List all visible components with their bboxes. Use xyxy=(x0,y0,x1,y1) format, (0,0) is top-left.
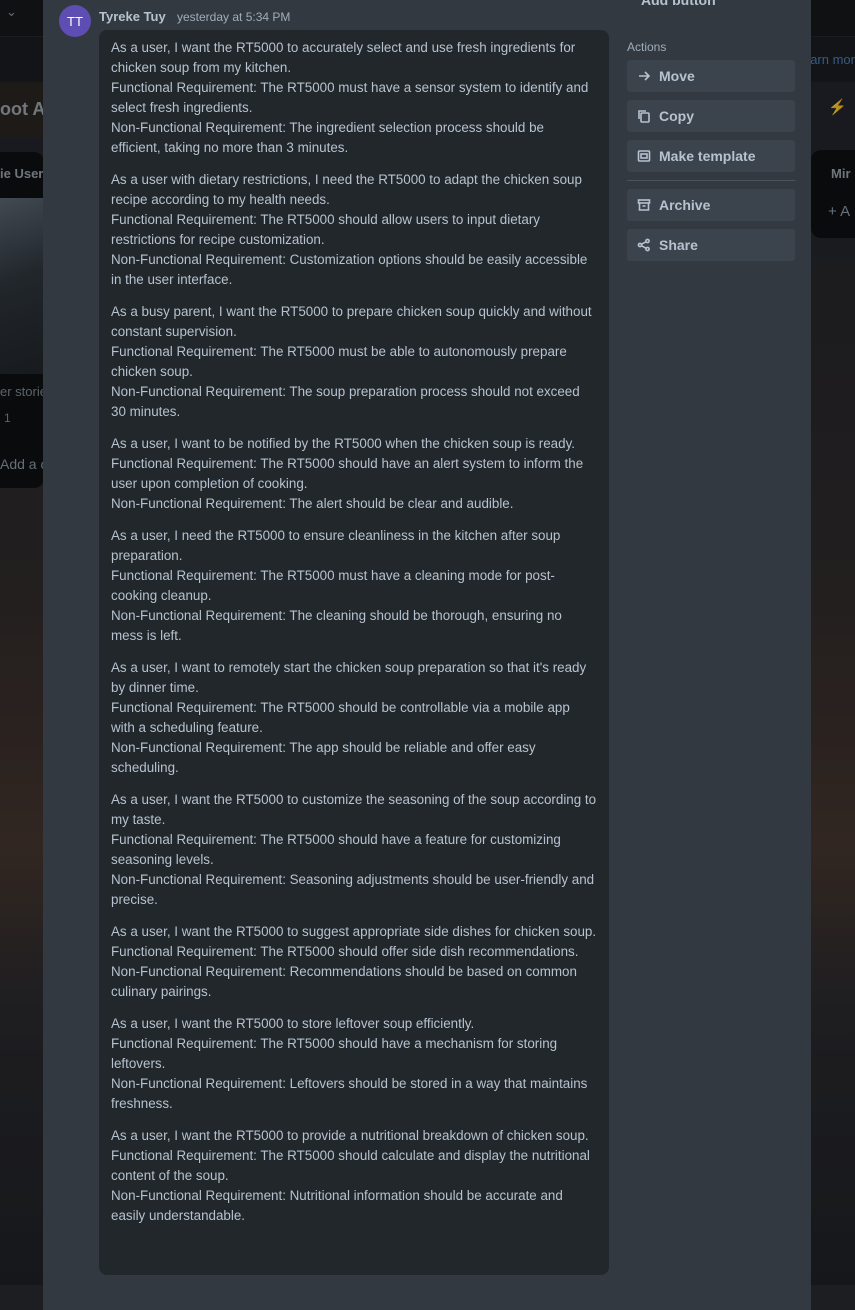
comment-paragraph: As a busy parent, I want the RT5000 to p… xyxy=(111,304,592,419)
archive-icon xyxy=(637,198,651,212)
archive-label: Archive xyxy=(659,197,711,213)
comment-paragraph: As a user, I want the RT5000 to store le… xyxy=(111,1016,588,1111)
move-label: Move xyxy=(659,68,695,84)
comment-paragraph: As a user, I want the RT5000 to accurate… xyxy=(111,40,589,155)
comment-paragraph: As a user with dietary restrictions, I n… xyxy=(111,172,588,287)
comment-body: As a user, I want the RT5000 to accurate… xyxy=(99,30,609,1275)
make-template-label: Make template xyxy=(659,148,756,164)
make-template-button[interactable]: Make template xyxy=(627,140,795,172)
comment-paragraph: As a user, I want the RT5000 to suggest … xyxy=(111,924,597,999)
copy-icon xyxy=(637,109,651,123)
copy-label: Copy xyxy=(659,108,694,124)
avatar[interactable]: TT xyxy=(59,5,91,37)
comment-paragraph: As a user, I want the RT5000 to customiz… xyxy=(111,792,597,907)
actions-heading: Actions xyxy=(627,40,667,54)
comment-timestamp[interactable]: yesterday at 5:34 PM xyxy=(177,10,290,24)
copy-button[interactable]: Copy xyxy=(627,100,795,132)
template-icon xyxy=(637,149,651,163)
share-button[interactable]: Share xyxy=(627,229,795,261)
comment-paragraph: As a user, I want the RT5000 to provide … xyxy=(111,1128,590,1223)
add-button[interactable]: Add button xyxy=(641,0,716,8)
comment-author[interactable]: Tyreke Tuy xyxy=(99,9,166,24)
share-icon xyxy=(637,238,651,252)
card-detail-modal: TT Tyreke Tuy yesterday at 5:34 PM As a … xyxy=(43,0,811,1310)
actions-divider xyxy=(627,180,795,181)
move-button[interactable]: Move xyxy=(627,60,795,92)
share-label: Share xyxy=(659,237,698,253)
archive-button[interactable]: Archive xyxy=(627,189,795,221)
comment-paragraph: As a user, I need the RT5000 to ensure c… xyxy=(111,528,562,643)
comment-paragraph: As a user, I want to be notified by the … xyxy=(111,436,584,511)
comment-paragraph: As a user, I want to remotely start the … xyxy=(111,660,587,775)
arrow-right-icon xyxy=(637,69,651,83)
